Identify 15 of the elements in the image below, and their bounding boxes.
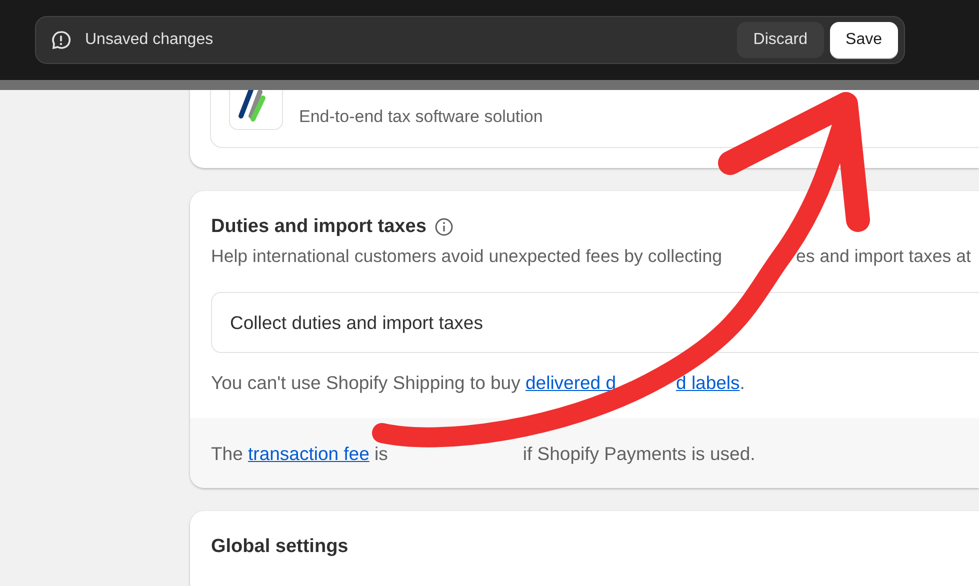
link[interactable]: delivered d [526, 372, 616, 393]
save-button[interactable]: Save [830, 22, 898, 58]
link[interactable]: d labels [676, 372, 740, 393]
transaction-fee-link[interactable]: transaction fee [248, 443, 370, 464]
discard-button[interactable]: Discard [737, 22, 824, 58]
option-row[interactable]: Collect duties and import taxes [211, 292, 979, 353]
unsaved-message: Unsaved changes [85, 31, 214, 49]
section-title: Global settings [211, 536, 348, 557]
fee-note: The transaction fee is if Shopify Payments is used. [211, 443, 756, 465]
section-description: Help international customers avoid unexpected fees by collecting es and import taxes at [211, 245, 972, 267]
alert-icon [51, 30, 71, 50]
info-icon [434, 216, 454, 236]
section-title: Duties and import taxes [211, 215, 426, 238]
app-description: End-to-end tax software solution [299, 106, 543, 128]
shipping-note: You can't use Shopify Shipping to buy delivered d d labels. [211, 372, 746, 394]
